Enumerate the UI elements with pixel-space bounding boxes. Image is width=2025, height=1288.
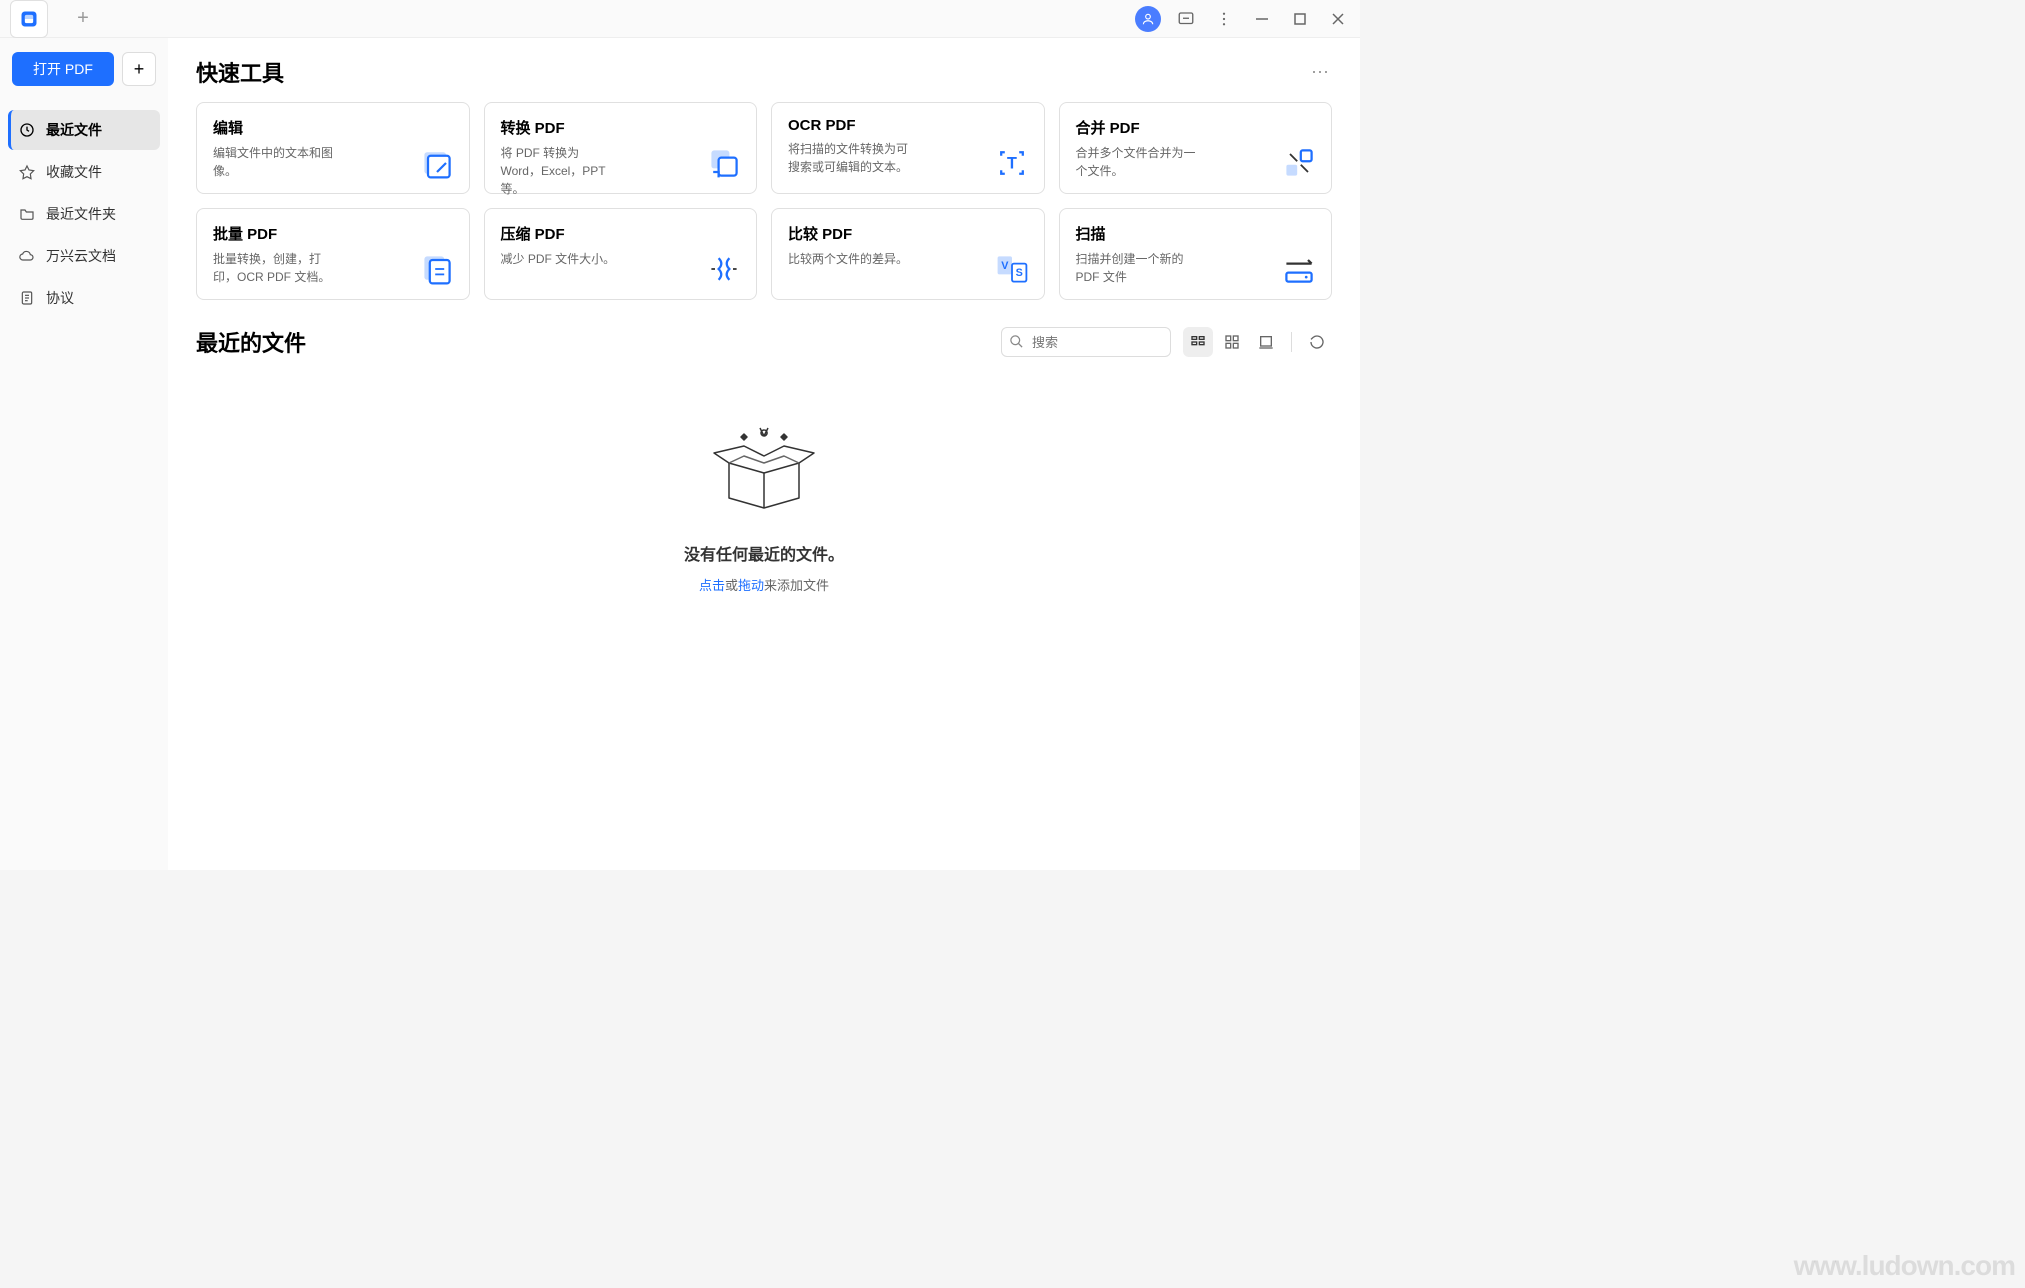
section-title-quick-tools: 快速工具 <box>196 56 284 88</box>
menu-button[interactable] <box>1208 3 1240 35</box>
minimize-icon <box>1255 12 1269 26</box>
sidebar-item-label: 协议 <box>46 288 74 308</box>
empty-title: 没有任何最近的文件。 <box>196 541 1332 565</box>
card-desc: 将 PDF 转换为 Word，Excel，PPT等。 <box>501 144 621 198</box>
svg-text:S: S <box>1015 267 1022 279</box>
tool-card-ocr[interactable]: OCR PDF 将扫描的文件转换为可搜索或可编辑的文本。 T <box>771 102 1045 194</box>
card-desc: 扫描并创建一个新的 PDF 文件 <box>1076 250 1196 286</box>
star-icon <box>18 163 36 181</box>
card-desc: 编辑文件中的文本和图像。 <box>213 144 333 180</box>
ocr-icon: T <box>994 145 1030 181</box>
card-desc: 减少 PDF 文件大小。 <box>501 250 621 268</box>
open-pdf-button[interactable]: 打开 PDF <box>12 52 114 86</box>
maximize-icon <box>1294 13 1306 25</box>
merge-icon <box>1281 145 1317 181</box>
card-title: 比较 PDF <box>788 223 1028 244</box>
card-desc: 将扫描的文件转换为可搜索或可编辑的文本。 <box>788 140 908 176</box>
convert-icon <box>706 145 742 181</box>
tool-card-batch[interactable]: 批量 PDF 批量转换，创建，打印，OCR PDF 文档。 <box>196 208 470 300</box>
card-title: 合并 PDF <box>1076 117 1316 138</box>
watermark: www.ludown.com <box>1794 1250 2015 1282</box>
sidebar-item-recent-files[interactable]: 最近文件 <box>8 110 160 150</box>
view-list-button[interactable] <box>1183 327 1213 357</box>
kebab-icon <box>1215 10 1233 28</box>
card-title: 扫描 <box>1076 223 1316 244</box>
view-thumbnail-button[interactable] <box>1251 327 1281 357</box>
maximize-button[interactable] <box>1284 3 1316 35</box>
account-button[interactable] <box>1132 3 1164 35</box>
thumbnail-icon <box>1258 334 1274 350</box>
search-box <box>1001 327 1171 357</box>
sidebar-item-label: 收藏文件 <box>46 162 102 182</box>
sidebar-item-favorites[interactable]: 收藏文件 <box>8 152 160 192</box>
grid-icon <box>1224 334 1240 350</box>
sidebar-item-agreement[interactable]: 协议 <box>8 278 160 318</box>
close-button[interactable] <box>1322 3 1354 35</box>
sidebar: 打开 PDF + 最近文件 收藏文件 最近文件夹 万兴云文档 协议 <box>0 38 168 870</box>
compare-icon: VS <box>994 251 1030 287</box>
feedback-button[interactable] <box>1170 3 1202 35</box>
clock-icon <box>18 121 36 139</box>
user-avatar-icon <box>1135 6 1161 32</box>
app-logo-tab[interactable] <box>10 0 48 38</box>
card-title: 压缩 PDF <box>501 223 741 244</box>
empty-box-icon <box>694 418 834 518</box>
main-content: 快速工具 ⋯ 编辑 编辑文件中的文本和图像。 转换 PDF 将 PDF 转换为 … <box>168 38 1360 870</box>
sidebar-item-label: 最近文件夹 <box>46 204 116 224</box>
batch-icon <box>419 251 455 287</box>
card-title: OCR PDF <box>788 117 1028 134</box>
section-title-recent-files: 最近的文件 <box>196 326 989 358</box>
card-title: 编辑 <box>213 117 453 138</box>
tool-card-edit[interactable]: 编辑 编辑文件中的文本和图像。 <box>196 102 470 194</box>
divider <box>1291 332 1292 352</box>
tool-card-scan[interactable]: 扫描 扫描并创建一个新的 PDF 文件 <box>1059 208 1333 300</box>
card-desc: 批量转换，创建，打印，OCR PDF 文档。 <box>213 250 333 286</box>
view-grid-button[interactable] <box>1217 327 1247 357</box>
search-input[interactable] <box>1001 327 1171 357</box>
chat-icon <box>1177 10 1195 28</box>
sidebar-item-label: 最近文件 <box>46 120 102 140</box>
empty-drag-link[interactable]: 拖动 <box>738 578 764 593</box>
cloud-icon <box>18 247 36 265</box>
card-title: 转换 PDF <box>501 117 741 138</box>
new-tab-button[interactable]: + <box>64 0 102 38</box>
card-desc: 合并多个文件合并为一个文件。 <box>1076 144 1196 180</box>
svg-text:V: V <box>1001 260 1009 272</box>
empty-click-link[interactable]: 点击 <box>699 578 725 593</box>
close-icon <box>1331 12 1345 26</box>
sidebar-item-recent-folders[interactable]: 最近文件夹 <box>8 194 160 234</box>
refresh-icon <box>1309 334 1325 350</box>
minimize-button[interactable] <box>1246 3 1278 35</box>
empty-hint: 点击或拖动来添加文件 <box>196 575 1332 594</box>
quick-tools-grid: 编辑 编辑文件中的文本和图像。 转换 PDF 将 PDF 转换为 Word，Ex… <box>196 102 1332 300</box>
document-icon <box>18 289 36 307</box>
tool-card-compare[interactable]: 比较 PDF 比较两个文件的差异。 VS <box>771 208 1045 300</box>
scan-icon <box>1281 251 1317 287</box>
list-icon <box>1190 334 1206 350</box>
sidebar-item-cloud[interactable]: 万兴云文档 <box>8 236 160 276</box>
titlebar: + <box>0 0 1360 38</box>
compress-icon <box>706 251 742 287</box>
card-desc: 比较两个文件的差异。 <box>788 250 908 268</box>
folder-icon <box>18 205 36 223</box>
tool-card-convert[interactable]: 转换 PDF 将 PDF 转换为 Word，Excel，PPT等。 <box>484 102 758 194</box>
svg-text:T: T <box>1007 154 1017 172</box>
tool-card-merge[interactable]: 合并 PDF 合并多个文件合并为一个文件。 <box>1059 102 1333 194</box>
empty-state: 没有任何最近的文件。 点击或拖动来添加文件 <box>196 378 1332 594</box>
quick-tools-more-button[interactable]: ⋯ <box>1308 62 1332 83</box>
tool-card-compress[interactable]: 压缩 PDF 减少 PDF 文件大小。 <box>484 208 758 300</box>
create-pdf-button[interactable]: + <box>122 52 156 86</box>
sidebar-item-label: 万兴云文档 <box>46 246 116 266</box>
edit-icon <box>419 145 455 181</box>
refresh-button[interactable] <box>1302 327 1332 357</box>
search-icon <box>1009 334 1024 354</box>
card-title: 批量 PDF <box>213 223 453 244</box>
